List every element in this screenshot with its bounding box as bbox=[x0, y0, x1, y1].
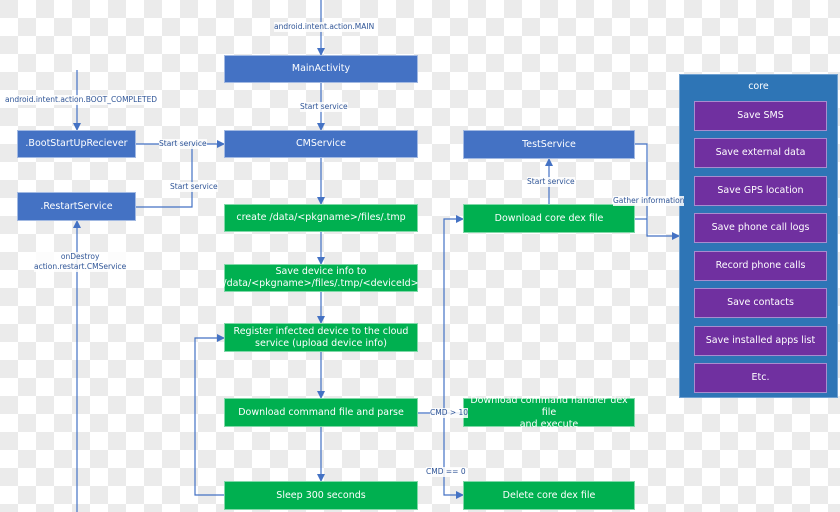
node-create-tmp: create /data/<pkgname>/files/.tmp bbox=[224, 204, 418, 232]
node-download-handler: Download command handler dex file and exe… bbox=[463, 394, 635, 430]
core-item-label: Save installed apps list bbox=[705, 335, 816, 346]
node-label: Download command file and parse bbox=[238, 406, 404, 418]
core-item-label: Etc. bbox=[751, 372, 770, 383]
core-item-label: Save GPS location bbox=[717, 185, 804, 196]
node-label: Download command handler dex file bbox=[470, 394, 628, 418]
label-cmd-eq-0: CMD == 0 bbox=[426, 467, 466, 477]
core-item-label: Save phone call logs bbox=[711, 222, 810, 233]
node-label: CMService bbox=[296, 138, 346, 149]
arrow-cmd-eq-0 bbox=[443, 413, 464, 499]
node-cm-service: CMService bbox=[224, 130, 418, 158]
arrow-sleep-loop bbox=[194, 334, 225, 496]
node-label: Download core dex file bbox=[494, 212, 604, 224]
node-label: Register infected device to the cloud bbox=[233, 325, 409, 337]
node-label: Sleep 300 seconds bbox=[276, 489, 366, 501]
node-register-device: Register infected device to the cloud ser… bbox=[224, 323, 418, 352]
label-line: action.restart.CMService bbox=[34, 262, 127, 271]
core-item-record-calls: Record phone calls bbox=[694, 251, 827, 281]
node-boot-receiver: .BootStartUpReciever bbox=[17, 130, 136, 158]
node-sleep: Sleep 300 seconds bbox=[224, 481, 418, 510]
label-start-service-test: Start service bbox=[527, 177, 575, 187]
core-item-label: Save external data bbox=[715, 147, 806, 158]
node-label: and execute bbox=[519, 418, 579, 430]
node-main-activity: MainActivity bbox=[224, 55, 418, 83]
label-cmd-gt-10: CMD > 10 bbox=[430, 408, 469, 418]
line-restart-to-cm bbox=[136, 144, 193, 208]
core-item-label: Record phone calls bbox=[715, 260, 806, 271]
node-label: MainActivity bbox=[291, 63, 351, 74]
node-label: TestService bbox=[522, 138, 576, 150]
core-item-save-call-logs: Save phone call logs bbox=[694, 213, 827, 243]
node-label: Save device info to bbox=[275, 266, 367, 277]
node-test-service: TestService bbox=[463, 130, 635, 159]
core-item-etc: Etc. bbox=[694, 363, 827, 393]
node-label: .RestartService bbox=[40, 200, 113, 212]
label-line: onDestroy bbox=[60, 252, 100, 261]
core-item-label: Save SMS bbox=[737, 110, 784, 121]
node-download-core-dex: Download core dex file bbox=[463, 204, 635, 233]
core-item-label: Save contacts bbox=[727, 297, 794, 308]
node-restart-service: .RestartService bbox=[17, 192, 136, 221]
node-label: Delete core dex file bbox=[502, 489, 596, 501]
core-container: core Save SMS Save external data Save GP… bbox=[679, 74, 838, 398]
node-label: /data/<pkgname>/files/.tmp/<deviceId> bbox=[223, 278, 419, 289]
arrow-gather-info bbox=[635, 143, 680, 240]
arrow-to-core-dex bbox=[418, 215, 464, 414]
label-start-service-boot: Start service bbox=[159, 139, 207, 149]
label-on-destroy: onDestroy action.restart.CMService bbox=[34, 252, 127, 272]
node-save-device-info: Save device info to/data/<pkgname>/files… bbox=[223, 264, 419, 292]
label-intent-main: android.intent.action.MAIN bbox=[274, 22, 375, 32]
label-start-service-main: Start service bbox=[300, 102, 348, 112]
core-item-save-sms: Save SMS bbox=[694, 101, 827, 131]
node-delete-core-dex: Delete core dex file bbox=[463, 481, 635, 510]
node-label: create /data/<pkgname>/files/.tmp bbox=[236, 212, 406, 223]
core-item-save-contacts: Save contacts bbox=[694, 288, 827, 318]
label-start-service-restart: Start service bbox=[170, 182, 218, 192]
node-download-command: Download command file and parse bbox=[224, 398, 418, 427]
core-item-save-apps-list: Save installed apps list bbox=[694, 326, 827, 356]
core-title: core bbox=[748, 81, 769, 92]
node-label: service (upload device info) bbox=[255, 337, 387, 349]
label-gather-information: Gather information bbox=[613, 196, 685, 206]
label-boot-completed: android.intent.action.BOOT_COMPLETED bbox=[5, 95, 158, 105]
node-label: .BootStartUpReciever bbox=[25, 138, 128, 149]
core-item-save-gps: Save GPS location bbox=[694, 176, 827, 206]
core-item-save-external-data: Save external data bbox=[694, 138, 827, 168]
